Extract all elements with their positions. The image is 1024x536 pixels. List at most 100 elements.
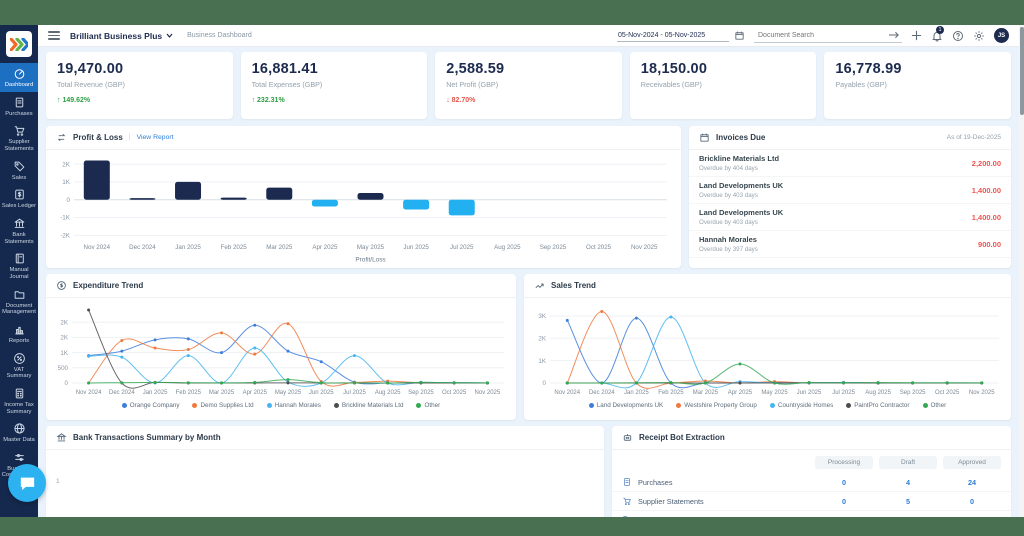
dashboard-content: 19,470.00 Total Revenue (GBP) ↑ 149.62% 16… [38, 47, 1019, 517]
calculator-icon [13, 387, 26, 400]
svg-text:Aug 2025: Aug 2025 [494, 244, 521, 251]
receipt-column-processing: Processing [815, 456, 873, 469]
svg-text:Feb 2025: Feb 2025 [658, 390, 684, 396]
search-go-arrow-icon[interactable] [889, 31, 900, 39]
kpi-card-total-expenses-gbp: 16,881.41 Total Expenses (GBP) ↑ 232.31% [240, 52, 428, 119]
svg-text:Apr 2025: Apr 2025 [312, 244, 338, 251]
sidebar-nav: Dashboard Purchases Supplier Statements … [0, 63, 38, 482]
invoice-row[interactable]: Land Developments UK Overdue by 403 days… [689, 204, 1011, 231]
svg-text:Nov 2024: Nov 2024 [76, 390, 102, 396]
invoice-row[interactable]: Land Developments UK Overdue by 403 days… [689, 177, 1011, 204]
legend-item-westshire-property-group[interactable]: Westshire Property Group [676, 402, 757, 409]
legend-item-hannah-morales[interactable]: Hannah Morales [266, 402, 321, 409]
sidebar-item-document-management[interactable]: Document Management [0, 284, 38, 319]
invoice-info: Hannah Morales Overdue by 397 days [699, 235, 758, 253]
ledger-icon [13, 188, 26, 201]
document-icon [13, 96, 26, 109]
legend-label: Countryside Homes [777, 401, 834, 409]
legend-item-brickline-materials-ltd[interactable]: Brickline Materials Ltd [333, 402, 403, 409]
receipt-count-link[interactable]: 0 [943, 497, 1001, 506]
svg-text:Nov 2025: Nov 2025 [475, 390, 501, 396]
invoice-customer: Hannah Morales [699, 235, 757, 244]
cart-icon [622, 496, 632, 506]
legend-label: Other [424, 401, 441, 409]
svg-text:Apr 2025: Apr 2025 [728, 390, 753, 396]
legend-item-land-developments-uk[interactable]: Land Developments UK [588, 402, 663, 409]
date-range-input[interactable] [617, 29, 729, 42]
app-logo[interactable] [0, 25, 38, 63]
document-search-input[interactable] [756, 30, 889, 40]
svg-text:3K: 3K [538, 313, 546, 320]
help-button[interactable] [952, 30, 964, 42]
desktop-strip-top [0, 0, 1024, 25]
sliders-icon [13, 451, 26, 464]
calendar-icon[interactable] [734, 30, 745, 41]
svg-text:Apr 2025: Apr 2025 [243, 390, 268, 396]
panel-title: Expenditure Trend [73, 281, 144, 290]
legend-item-paintpro-contractor[interactable]: PaintPro Contractor [846, 402, 910, 409]
receipt-count-link[interactable]: 4 [879, 478, 937, 487]
legend-item-orange-company[interactable]: Orange Company [121, 402, 179, 409]
quick-create-button[interactable] [911, 30, 922, 41]
scrollbar-thumb[interactable] [1019, 27, 1024, 115]
svg-text:2K: 2K [60, 319, 68, 326]
receipt-row-label: Purchases [638, 477, 673, 487]
sales-legend: Land Developments UK Westshire Property … [524, 398, 1011, 412]
scrollbar[interactable] [1019, 25, 1024, 517]
sidebar-item-income-tax-summary[interactable]: Income Tax Summary [0, 383, 38, 418]
cart-icon [14, 126, 24, 137]
receipt-row-values: 050 [815, 497, 1001, 506]
app-window: Dashboard Purchases Supplier Statements … [0, 25, 1019, 517]
gauge-icon [14, 69, 24, 79]
sidebar-item-purchases[interactable]: Purchases [0, 92, 38, 121]
menu-toggle-icon[interactable] [48, 29, 60, 41]
kpi-value: 16,881.41 [251, 61, 318, 77]
legend-swatch [588, 402, 594, 408]
svg-text:Mar 2025: Mar 2025 [209, 390, 235, 396]
sidebar-item-sales-ledger[interactable]: Sales Ledger [0, 184, 38, 213]
sidebar-item-bank-statements[interactable]: Bank Statements [0, 213, 38, 248]
svg-text:Jan 2025: Jan 2025 [624, 390, 649, 396]
svg-text:Nov 2025: Nov 2025 [969, 390, 995, 396]
sidebar-item-reports[interactable]: Reports [0, 319, 38, 348]
tag-icon [13, 160, 26, 173]
kpi-value: 2,588.59 [446, 61, 505, 77]
chat-launcher-button[interactable] [8, 464, 46, 502]
svg-text:Jul 2025: Jul 2025 [343, 390, 366, 396]
organization-switcher[interactable]: Brilliant Business Plus [70, 31, 173, 41]
sidebar-item-manual-journal[interactable]: Manual Journal [0, 248, 38, 283]
sidebar-item-supplier-statements[interactable]: Supplier Statements [0, 120, 38, 155]
settings-button[interactable] [973, 30, 985, 42]
user-avatar[interactable]: JS [994, 28, 1009, 43]
legend-item-other[interactable]: Other [416, 402, 440, 409]
invoice-overdue: Overdue by 403 days [699, 192, 758, 199]
panel-title: Profit & Loss [73, 133, 123, 142]
profit-loss-chart: -2K -1K 0 1K 2K Nov 2024 Dec 2024 Jan 2025 Feb 2… [60, 160, 667, 264]
invoice-row[interactable]: Hannah Morales Overdue by 397 days 900.0… [689, 231, 1011, 258]
view-report-link[interactable]: View Report [137, 134, 174, 141]
sidebar-item-dashboard[interactable]: Dashboard [0, 63, 38, 92]
legend-item-other[interactable]: Other [922, 402, 946, 409]
kpi-delta: ↑ 232.31% [251, 97, 285, 104]
date-range-picker [617, 29, 745, 42]
sidebar-item-vat-summary[interactable]: VAT Summary [0, 348, 38, 383]
receipt-count-link[interactable]: 0 [815, 478, 873, 487]
notifications-button[interactable]: 1 [931, 25, 944, 42]
receipt-count-link[interactable]: 5 [879, 497, 937, 506]
receipt-bot-rows: Purchases 0424 Supplier Statements 050 S… [612, 473, 1011, 517]
panel-title: Receipt Bot Extraction [639, 433, 725, 442]
svg-text:-1K: -1K [60, 215, 71, 222]
sidebar-item-sales[interactable]: Sales [0, 156, 38, 185]
legend-swatch [121, 402, 127, 408]
invoice-row[interactable]: Brickline Materials Ltd Overdue by 404 d… [689, 150, 1011, 177]
kpi-label: Total Expenses (GBP) [251, 80, 323, 89]
receipt-count-link[interactable]: 24 [943, 478, 1001, 487]
logo-chevrons-icon [6, 31, 32, 57]
legend-item-demo-supplies-ltd[interactable]: Demo Supplies Ltd [192, 402, 254, 409]
sidebar-item-master-data[interactable]: Master Data [0, 418, 38, 447]
legend-item-countryside-homes[interactable]: Countryside Homes [769, 401, 834, 409]
expenditure-trend-header: Expenditure Trend [46, 274, 516, 298]
receipt-count-link[interactable]: 0 [815, 497, 873, 506]
bank-icon [56, 433, 67, 442]
sidebar-item-label: Reports [8, 337, 30, 344]
